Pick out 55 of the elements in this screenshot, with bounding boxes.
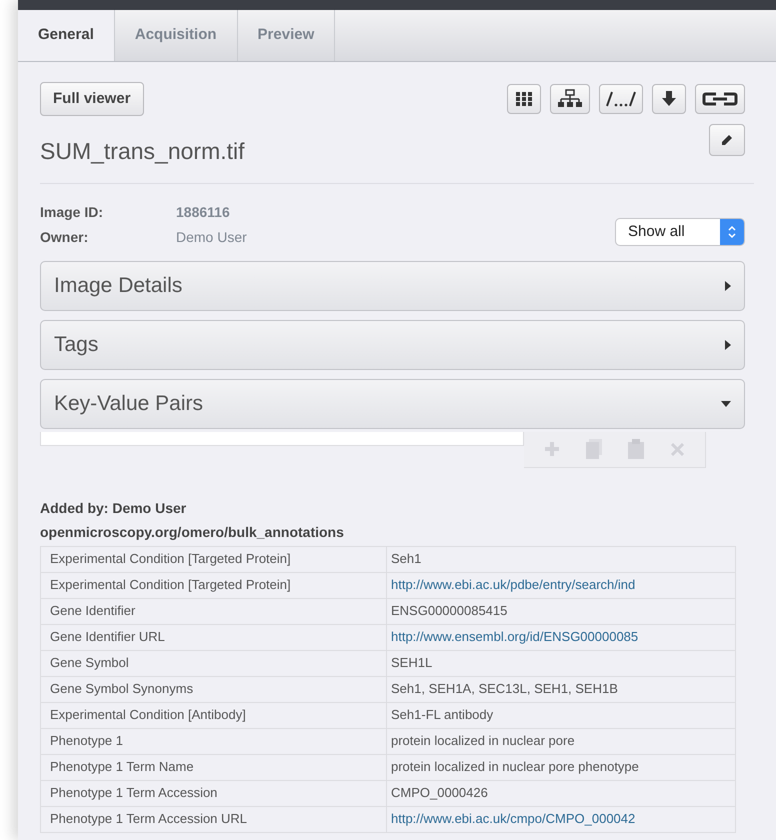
filter-select[interactable]: Show all — [615, 218, 745, 246]
value-cell: protein localized in nuclear pore — [386, 728, 736, 754]
section-header[interactable]: Key-Value Pairs — [40, 378, 745, 428]
link-button[interactable] — [695, 84, 745, 114]
info-value: 1886116 — [176, 202, 230, 222]
clipboard-icon — [628, 439, 644, 459]
key-cell: Phenotype 1 Term Accession — [40, 780, 386, 806]
key-cell: Experimental Condition [Antibody] — [40, 702, 386, 728]
close-icon — [670, 442, 684, 456]
namespace-text: openmicroscopy.org/omero/bulk_annotations — [40, 522, 345, 542]
key-cell: Phenotype 1 Term Accession URL — [40, 806, 386, 832]
section-header[interactable]: Tags — [40, 320, 745, 370]
plus-icon — [545, 442, 560, 456]
link-cell[interactable]: http://www.ensembl.org/id/ENSG00000085 — [386, 624, 736, 650]
info-label: Image ID: — [40, 202, 104, 222]
key-cell: Gene Identifier URL — [40, 624, 386, 650]
file-name: SUM_trans_norm.tif — [40, 137, 245, 166]
tab[interactable]: General — [18, 10, 115, 61]
value-cell: ENSG00000085415 — [386, 598, 736, 624]
link-icon — [702, 91, 738, 107]
section-header[interactable]: Image Details — [40, 260, 745, 310]
full-viewer-button[interactable]: Full viewer — [40, 82, 144, 116]
key-cell: Phenotype 1 — [40, 728, 386, 754]
pencil-icon — [721, 134, 733, 146]
key-cell: Experimental Condition [Targeted Protein] — [40, 546, 386, 572]
caret-down-icon — [721, 400, 731, 406]
key-cell: Gene Identifier — [40, 598, 386, 624]
grid-button[interactable] — [507, 84, 541, 114]
value-cell: protein localized in nuclear pore phenotype — [386, 754, 736, 780]
caret-right-icon — [725, 340, 731, 350]
info-value: Demo User — [176, 228, 247, 246]
hierarchy-icon — [557, 89, 583, 109]
key-cell: Gene Symbol — [40, 650, 386, 676]
grid-icon — [515, 91, 533, 107]
stepper-icon — [727, 224, 737, 238]
value-cell: Seh1 — [386, 546, 736, 572]
key-cell: Phenotype 1 Term Name — [40, 754, 386, 780]
key-cell: Experimental Condition [Targeted Protein] — [40, 572, 386, 598]
copy-icon — [586, 439, 602, 459]
value-cell: Seh1-FL antibody — [386, 702, 736, 728]
hierarchy-button[interactable] — [550, 84, 590, 114]
edit-button[interactable] — [709, 124, 745, 156]
down-arrow-icon — [661, 90, 677, 108]
value-cell: SEH1L — [386, 650, 736, 676]
value-cell: Seh1, SEH1A, SEC13L, SEH1, SEH1B — [386, 676, 736, 702]
caret-right-icon — [725, 280, 731, 290]
value-cell: CMPO_0000426 — [386, 780, 736, 806]
path-button[interactable] — [599, 84, 643, 114]
path-icon — [606, 91, 636, 107]
info-label: Owner: — [40, 228, 90, 246]
download-button[interactable] — [652, 84, 686, 114]
added-by-text: Added by: Demo User — [40, 498, 188, 518]
link-cell[interactable]: http://www.ebi.ac.uk/cmpo/CMPO_000042 — [386, 806, 736, 832]
link-cell[interactable]: http://www.ebi.ac.uk/pdbe/entry/search/ind — [386, 572, 736, 598]
key-cell: Gene Symbol Synonyms — [40, 676, 386, 702]
